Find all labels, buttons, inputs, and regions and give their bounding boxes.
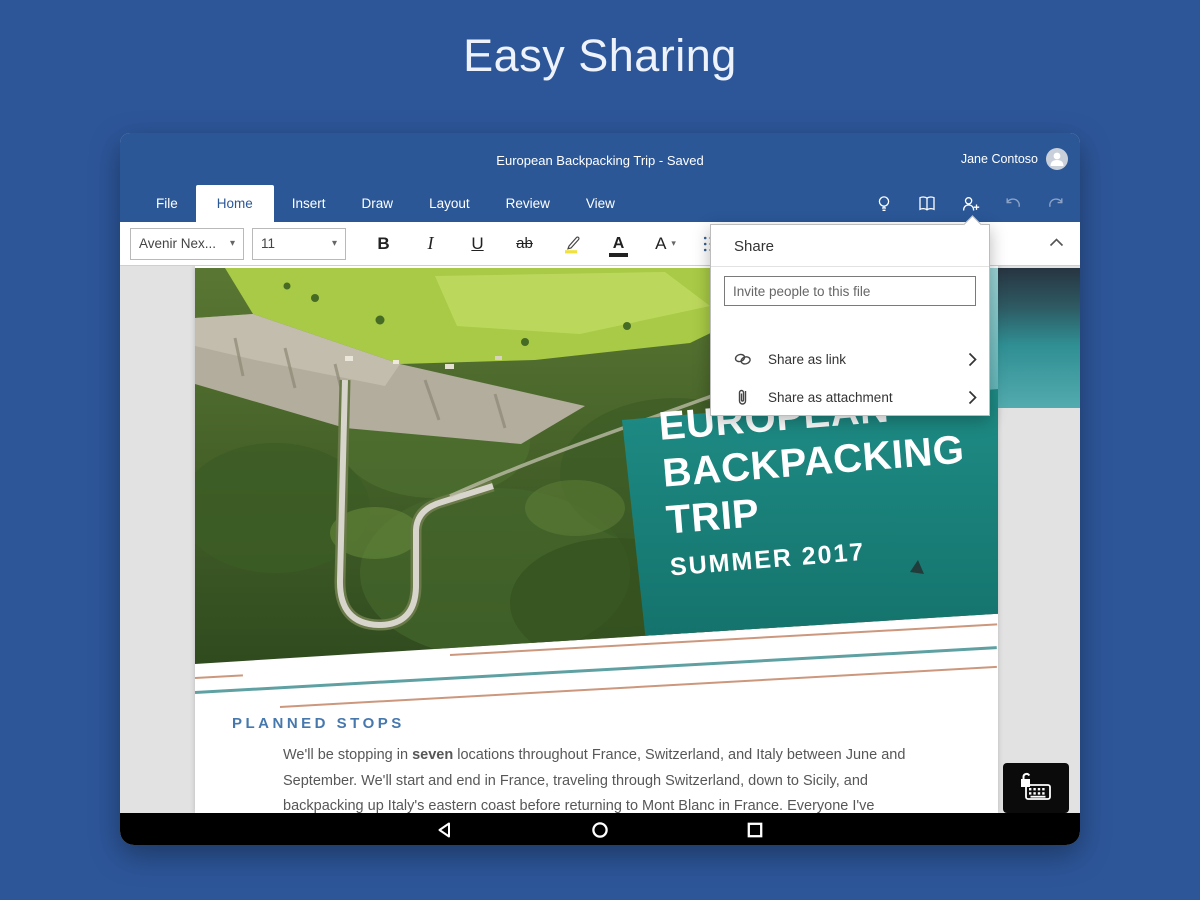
tab-review[interactable]: Review	[488, 185, 568, 222]
share-as-link-row[interactable]: Share as link	[725, 343, 977, 375]
screenshot-root: { "hero": { "title": "Easy Sharing" }, "…	[0, 0, 1200, 900]
collapse-ribbon-button[interactable]	[1049, 234, 1064, 252]
tab-file[interactable]: File	[138, 185, 196, 222]
tab-layout[interactable]: Layout	[411, 185, 488, 222]
tab-home[interactable]: Home	[196, 185, 274, 222]
redo-icon[interactable]	[1046, 194, 1066, 214]
chevron-down-icon: ▾	[332, 238, 337, 249]
doc-paragraph-part1: We'll be stopping in	[283, 747, 412, 763]
font-color-bar	[609, 253, 628, 257]
text-effects-button[interactable]: A ▾	[642, 226, 689, 262]
photo-bleed-right	[998, 268, 1080, 408]
bold-button[interactable]: B	[360, 226, 407, 262]
chevron-up-icon	[1049, 238, 1064, 247]
font-color-button[interactable]: A	[595, 226, 642, 262]
font-name-dropdown[interactable]: Avenir Nex... ▾	[130, 228, 244, 260]
highlighter-pen-icon	[561, 233, 583, 255]
doc-section-heading[interactable]: PLANNED STOPS	[232, 715, 405, 732]
text-effects-letter: A	[655, 234, 666, 254]
ribbon-tab-row: File Home Insert Draw Layout Review View	[120, 185, 1080, 222]
font-name-value: Avenir Nex...	[139, 236, 216, 251]
keyboard-toggle-button[interactable]	[1003, 763, 1069, 813]
link-icon	[733, 349, 753, 369]
italic-button[interactable]: I	[407, 226, 454, 262]
tab-insert[interactable]: Insert	[274, 185, 344, 222]
share-as-link-label: Share as link	[768, 352, 968, 367]
font-size-value: 11	[261, 236, 275, 251]
lightbulb-icon[interactable]	[874, 194, 894, 214]
document-title: European Backpacking Trip - Saved	[120, 133, 1080, 185]
word-app-window: European Backpacking Trip - Saved Jane C…	[120, 133, 1080, 845]
highlighter-button[interactable]	[548, 226, 595, 262]
share-as-attachment-label: Share as attachment	[768, 390, 968, 405]
undo-icon[interactable]	[1003, 194, 1023, 214]
account-name: Jane Contoso	[961, 152, 1038, 166]
font-color-letter: A	[613, 235, 625, 253]
account-area[interactable]: Jane Contoso	[961, 133, 1068, 185]
hero-title: Easy Sharing	[0, 30, 1200, 82]
doc-paragraph-bold: seven	[412, 747, 453, 763]
titlebar: European Backpacking Trip - Saved Jane C…	[120, 133, 1080, 185]
share-as-attachment-row[interactable]: Share as attachment	[725, 381, 977, 413]
tab-draw[interactable]: Draw	[344, 185, 412, 222]
chevron-down-icon: ▾	[230, 238, 235, 249]
accent-line-salmon-stub	[195, 674, 243, 679]
recents-button[interactable]	[746, 821, 764, 839]
strikethrough-button[interactable]: ab	[501, 226, 548, 262]
share-person-icon[interactable]	[960, 194, 980, 214]
chevron-down-icon: ▾	[671, 238, 676, 249]
read-mode-book-icon[interactable]	[917, 194, 937, 214]
share-popup: Share Share as link Share as attachment	[710, 224, 990, 416]
invite-field-wrap	[724, 276, 976, 306]
home-button[interactable]	[591, 821, 609, 839]
tab-view[interactable]: View	[568, 185, 633, 222]
avatar[interactable]	[1046, 148, 1068, 170]
chevron-right-icon	[968, 352, 977, 367]
doc-paragraph[interactable]: We'll be stopping in seven locations thr…	[283, 743, 951, 813]
strikethrough-label: ab	[516, 235, 533, 252]
underline-button[interactable]: U	[454, 226, 501, 262]
android-navbar	[120, 813, 1080, 845]
chevron-right-icon	[968, 390, 977, 405]
font-size-dropdown[interactable]: 11 ▾	[252, 228, 346, 260]
share-popup-title: Share	[711, 225, 989, 267]
paperclip-icon	[733, 387, 753, 407]
back-button[interactable]	[436, 821, 454, 839]
invite-people-input[interactable]	[724, 276, 976, 306]
accent-line-salmon-lower	[280, 666, 997, 708]
keyboard-unlock-icon	[1017, 772, 1055, 804]
person-icon	[1046, 148, 1068, 170]
